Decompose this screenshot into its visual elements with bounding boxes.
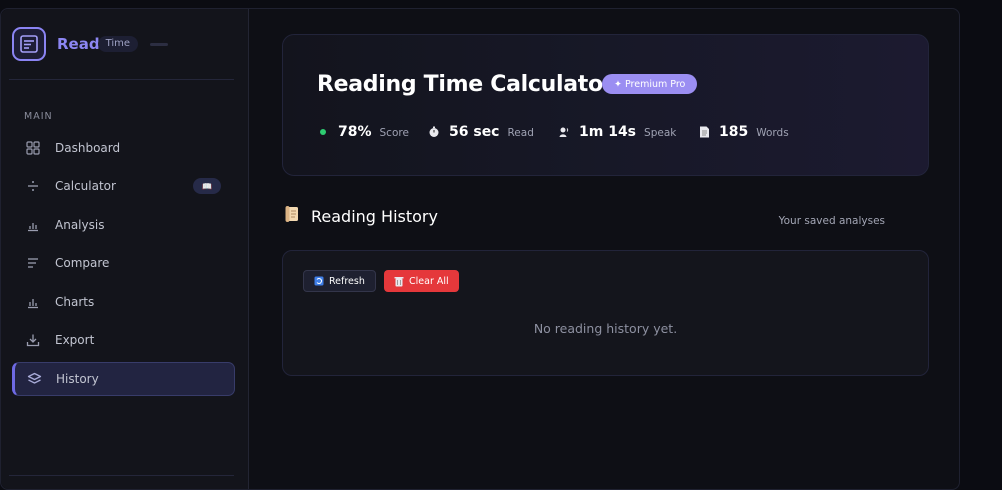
stat-score: 78% Score — [317, 124, 409, 140]
stat-speak: 1m 14s Speak — [558, 124, 676, 140]
brand-name: Read — [57, 35, 100, 53]
stat-words: 185 Words — [698, 124, 789, 140]
history-header: Reading History — [285, 205, 438, 227]
hero-card: Reading Time Calculator ✦ Premium Pro 78… — [282, 34, 929, 176]
clear-all-button[interactable]: Clear All — [384, 270, 459, 292]
stat-label: Read — [507, 127, 534, 139]
sidebar-item-label: Export — [55, 333, 95, 347]
clear-all-label: Clear All — [409, 275, 449, 287]
sidebar-item-export[interactable]: Export — [12, 323, 235, 357]
sidebar-item-compare[interactable]: Compare — [12, 246, 235, 280]
green-dot-icon — [317, 126, 329, 138]
sidebar-item-label: Analysis — [55, 218, 105, 232]
book-logo-icon — [12, 27, 46, 61]
section-label: MAIN — [24, 111, 53, 122]
section-subtitle: Your saved analyses — [778, 215, 885, 227]
stat-value: 56 sec — [449, 124, 500, 140]
section-title: Reading History — [311, 206, 438, 226]
sidebar-item-analysis[interactable]: Analysis — [12, 208, 235, 242]
stat-label: Score — [379, 127, 409, 139]
stat-value: 78% — [338, 124, 372, 140]
refresh-label: Refresh — [329, 275, 365, 287]
sidebar-item-label: Dashboard — [55, 141, 121, 155]
scroll-icon — [285, 205, 301, 227]
brand[interactable]: Read Time — [12, 27, 169, 61]
stat-value: 185 — [719, 124, 749, 140]
stat-label: Words — [756, 127, 789, 139]
book-badge-icon: 📖 — [193, 178, 221, 194]
trash-icon — [393, 276, 404, 287]
sidebar: Read Time MAIN Dashboard Calculator 📖 An… — [1, 9, 249, 489]
brand-tag: Time — [97, 36, 139, 52]
sidebar-item-label: Calculator — [55, 179, 116, 193]
premium-badge[interactable]: ✦ Premium Pro — [602, 74, 698, 94]
page-title: Reading Time Calculator — [317, 72, 614, 97]
chart-icon — [25, 294, 41, 310]
sidebar-item-dashboard[interactable]: Dashboard — [12, 131, 235, 165]
stat-label: Speak — [644, 127, 677, 139]
list-lines-icon — [25, 255, 41, 271]
empty-state-text: No reading history yet. — [533, 321, 678, 336]
download-icon — [25, 332, 41, 348]
stopwatch-icon — [428, 126, 440, 138]
calculator-icon — [25, 178, 41, 194]
app-window: Read Time MAIN Dashboard Calculator 📖 An… — [0, 8, 960, 490]
sidebar-item-history[interactable]: History — [12, 362, 235, 396]
document-icon — [698, 126, 710, 138]
stat-read: 56 sec Read — [428, 124, 534, 140]
sidebar-item-label: History — [56, 372, 99, 386]
grid-icon — [25, 140, 41, 156]
sidebar-item-charts[interactable]: Charts — [12, 285, 235, 319]
refresh-icon — [313, 276, 324, 287]
refresh-button[interactable]: Refresh — [303, 270, 376, 292]
history-panel: Refresh Clear All No reading history yet… — [282, 250, 929, 376]
bar-chart-icon — [25, 217, 41, 233]
sidebar-divider — [9, 475, 234, 476]
speaking-icon — [558, 126, 570, 138]
sidebar-item-label: Compare — [55, 256, 110, 270]
sidebar-item-calculator[interactable]: Calculator 📖 — [12, 169, 235, 203]
brand-divider — [150, 42, 169, 46]
layers-icon — [26, 371, 42, 387]
stat-value: 1m 14s — [579, 124, 637, 140]
sidebar-divider — [9, 79, 234, 80]
sidebar-item-label: Charts — [55, 295, 95, 309]
